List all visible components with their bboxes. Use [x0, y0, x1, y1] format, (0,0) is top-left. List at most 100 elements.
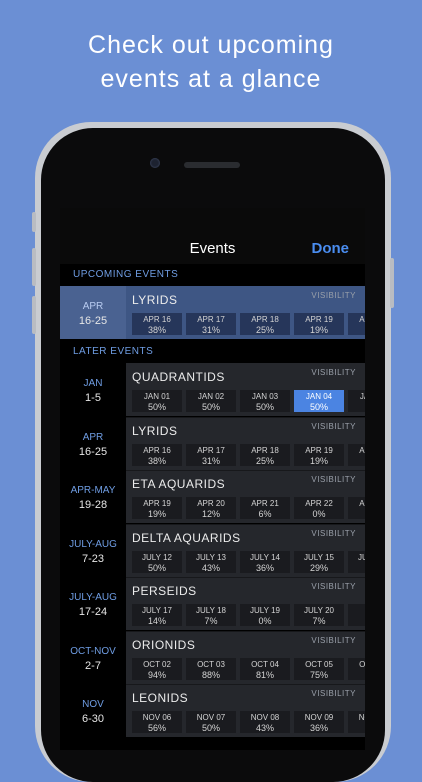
- visibility-day-chip[interactable]: APR 236: [348, 497, 365, 519]
- chip-date: APR 19: [305, 315, 333, 324]
- visibility-day-chip[interactable]: OCT 02 94%: [132, 657, 182, 680]
- visibility-day-chip[interactable]: JULY 20 7%: [294, 604, 344, 626]
- visibility-day-chip[interactable]: OCT 05 75%: [294, 657, 344, 680]
- visibility-day-chip[interactable]: JULY 12 50%: [132, 550, 182, 573]
- visibility-day-chip[interactable]: JULY 14 36%: [240, 550, 290, 573]
- event-row[interactable]: APR-MAY 19-28 ETA AQUARIDS VISIBILITY APR 19…: [60, 470, 365, 523]
- event-row[interactable]: NOV 6-30 LEONIDS VISIBILITY NOV 06 56% NOV 07 5…: [60, 684, 365, 737]
- visibility-day-chip[interactable]: JULY 162: [348, 550, 365, 573]
- event-day-range: 16-25: [78, 445, 108, 458]
- chip-date: APR 17: [197, 315, 225, 324]
- event-month-range: APR: [82, 431, 104, 443]
- event-date-cell: NOV 6-30: [60, 684, 126, 737]
- chip-date: JULY 17: [142, 606, 172, 615]
- visibility-chip-strip[interactable]: NOV 0656%NOV 0750%NOV 0843%NOV 0936%NOV …: [132, 711, 365, 733]
- event-month-range: JULY-AUG: [69, 538, 117, 550]
- visibility-day-chip[interactable]: JULY 17 14%: [132, 604, 182, 626]
- visibility-chip-strip[interactable]: JULY 12 50% JULY 13 43% JULY 14 36% JULY 15 29%…: [132, 550, 365, 573]
- visibility-day-chip[interactable]: JAN 0550: [348, 390, 365, 412]
- chip-percent: 36%: [255, 562, 274, 573]
- chip-percent: 43%: [255, 723, 274, 733]
- visibility-label: VISIBILITY: [311, 582, 356, 591]
- visibility-day-chip[interactable]: APR 17 31%: [186, 313, 236, 335]
- visibility-day-chip[interactable]: JULY 19 0%: [240, 604, 290, 626]
- visibility-chip-strip[interactable]: APR 1638%APR 1731%APR 1825%APR 1919%APR …: [132, 443, 365, 466]
- visibility-day-chip[interactable]: NOV 07 50%: [186, 711, 236, 733]
- visibility-day-chip[interactable]: APR 17 31%: [186, 443, 236, 466]
- chip-percent: 56%: [147, 723, 166, 733]
- event-day-range: 6-30: [81, 713, 105, 725]
- visibility-day-chip[interactable]: OCT 03 88%: [186, 657, 236, 680]
- chip-date: APR 22: [305, 499, 333, 508]
- chip-percent: 43%: [201, 562, 220, 573]
- chip-percent: 2: [348, 563, 365, 573]
- done-button[interactable]: Done: [312, 240, 350, 257]
- event-month-range: JAN: [83, 378, 103, 389]
- visibility-label: VISIBILITY: [311, 368, 356, 377]
- event-detail: PERSEIDS VISIBILITY JULY 17 14% JULY 18 7% JUL…: [126, 577, 365, 630]
- event-row[interactable]: OCT-NOV 2-7 ORIONIDS VISIBILITY OCT 02 94% OCT…: [60, 630, 365, 684]
- visibility-day-chip[interactable]: APR 20 12%: [186, 497, 236, 519]
- chip-date: APR 20: [197, 499, 225, 508]
- event-row[interactable]: JULY-AUG 17-24 PERSEIDS VISIBILITY JULY 17 14…: [60, 577, 365, 630]
- visibility-day-chip[interactable]: JAN 01 50%: [132, 390, 182, 412]
- visibility-day-chip[interactable]: JAN 04 50%: [294, 390, 344, 412]
- chip-date: JULY 14: [250, 552, 280, 562]
- event-month-range: APR: [82, 301, 104, 312]
- visibility-day-chip[interactable]: APR 201: [348, 443, 365, 466]
- visibility-chip-strip[interactable]: APR 1919%APR 2012%APR 216%APR 220%APR 23…: [132, 497, 365, 519]
- chip-date: OCT 06: [359, 659, 365, 669]
- chip-date: OCT 03: [197, 659, 225, 669]
- visibility-day-chip[interactable]: APR 19 19%: [294, 313, 344, 335]
- event-row[interactable]: APR 16-25 LYRIDS VISIBILITY APR 16 38% APR 17 3…: [60, 286, 365, 339]
- visibility-chip-strip[interactable]: APR 1638%APR 1731%APR 1825%APR 1919%APR …: [132, 313, 365, 335]
- event-month-range: NOV: [82, 699, 104, 710]
- app-screen: Events Done UPCOMING EVENTS APR 16-25 LYRI…: [60, 208, 365, 750]
- visibility-label: VISIBILITY: [311, 475, 356, 484]
- event-row[interactable]: JAN 1-5 QUADRANTIDS VISIBILITY JAN 01 50% JAN …: [60, 363, 365, 416]
- visibility-day-chip[interactable]: APR 18 25%: [240, 313, 290, 335]
- chip-date: NOV 09: [304, 713, 334, 722]
- chip-date: APR 21: [251, 499, 279, 508]
- event-detail: LYRIDS VISIBILITY APR 16 38% APR 17 31% APR 18…: [126, 416, 365, 470]
- visibility-day-chip[interactable]: APR 21 6%: [240, 497, 290, 519]
- earpiece-speaker: [184, 162, 240, 168]
- chip-percent: 94%: [147, 669, 166, 680]
- visibility-day-chip[interactable]: OCT 04 81%: [240, 657, 290, 680]
- visibility-label: VISIBILITY: [311, 291, 356, 300]
- visibility-day-chip[interactable]: OCT 066: [348, 657, 365, 680]
- visibility-day-chip[interactable]: NOV 08 43%: [240, 711, 290, 733]
- chip-percent: 31%: [201, 325, 220, 335]
- visibility-day-chip[interactable]: JULY 15 29%: [294, 550, 344, 573]
- chip-date: APR 18: [251, 445, 279, 455]
- visibility-day-chip[interactable]: NOV 09 36%: [294, 711, 344, 733]
- visibility-day-chip[interactable]: APR 19 19%: [132, 497, 182, 519]
- chip-percent: 2: [348, 723, 365, 733]
- visibility-day-chip[interactable]: APR 16 38%: [132, 443, 182, 466]
- visibility-day-chip[interactable]: JUL: [348, 604, 365, 626]
- event-row[interactable]: JULY-AUG 7-23 DELTA AQUARIDS VISIBILITY JULY…: [60, 523, 365, 577]
- event-row[interactable]: APR 16-25 LYRIDS VISIBILITY APR 16 38% APR 17 3…: [60, 416, 365, 470]
- visibility-day-chip[interactable]: APR 201: [348, 313, 365, 335]
- visibility-chip-strip[interactable]: JULY 1714%JULY 187%JULY 190%JULY 207%JUL: [132, 604, 365, 626]
- chip-percent: 50%: [255, 402, 274, 412]
- visibility-day-chip[interactable]: APR 22 0%: [294, 497, 344, 519]
- event-name: LYRIDS: [132, 423, 178, 438]
- visibility-day-chip[interactable]: JAN 02 50%: [186, 390, 236, 412]
- visibility-day-chip[interactable]: JULY 13 43%: [186, 550, 236, 573]
- visibility-day-chip[interactable]: APR 19 19%: [294, 443, 344, 466]
- event-detail: DELTA AQUARIDS VISIBILITY JULY 12 50% JULY 1…: [126, 523, 365, 577]
- visibility-day-chip[interactable]: APR 16 38%: [132, 313, 182, 335]
- row-separator: [126, 630, 365, 632]
- visibility-day-chip[interactable]: APR 18 25%: [240, 443, 290, 466]
- chip-date: NOV 07: [196, 713, 226, 722]
- visibility-chip-strip[interactable]: JAN 0150%JAN 0250%JAN 0350%JAN 0450%JAN …: [132, 390, 365, 412]
- volume-down-button: [32, 296, 36, 334]
- visibility-chip-strip[interactable]: OCT 0294%OCT 0388%OCT 0481%OCT 0575%OCT …: [132, 657, 365, 680]
- chip-percent: 31%: [201, 455, 220, 466]
- visibility-day-chip[interactable]: NOV 06 56%: [132, 711, 182, 733]
- visibility-day-chip[interactable]: JULY 18 7%: [186, 604, 236, 626]
- visibility-day-chip[interactable]: NOV 102: [348, 711, 365, 733]
- visibility-day-chip[interactable]: JAN 03 50%: [240, 390, 290, 412]
- chip-date: APR 19: [305, 445, 333, 455]
